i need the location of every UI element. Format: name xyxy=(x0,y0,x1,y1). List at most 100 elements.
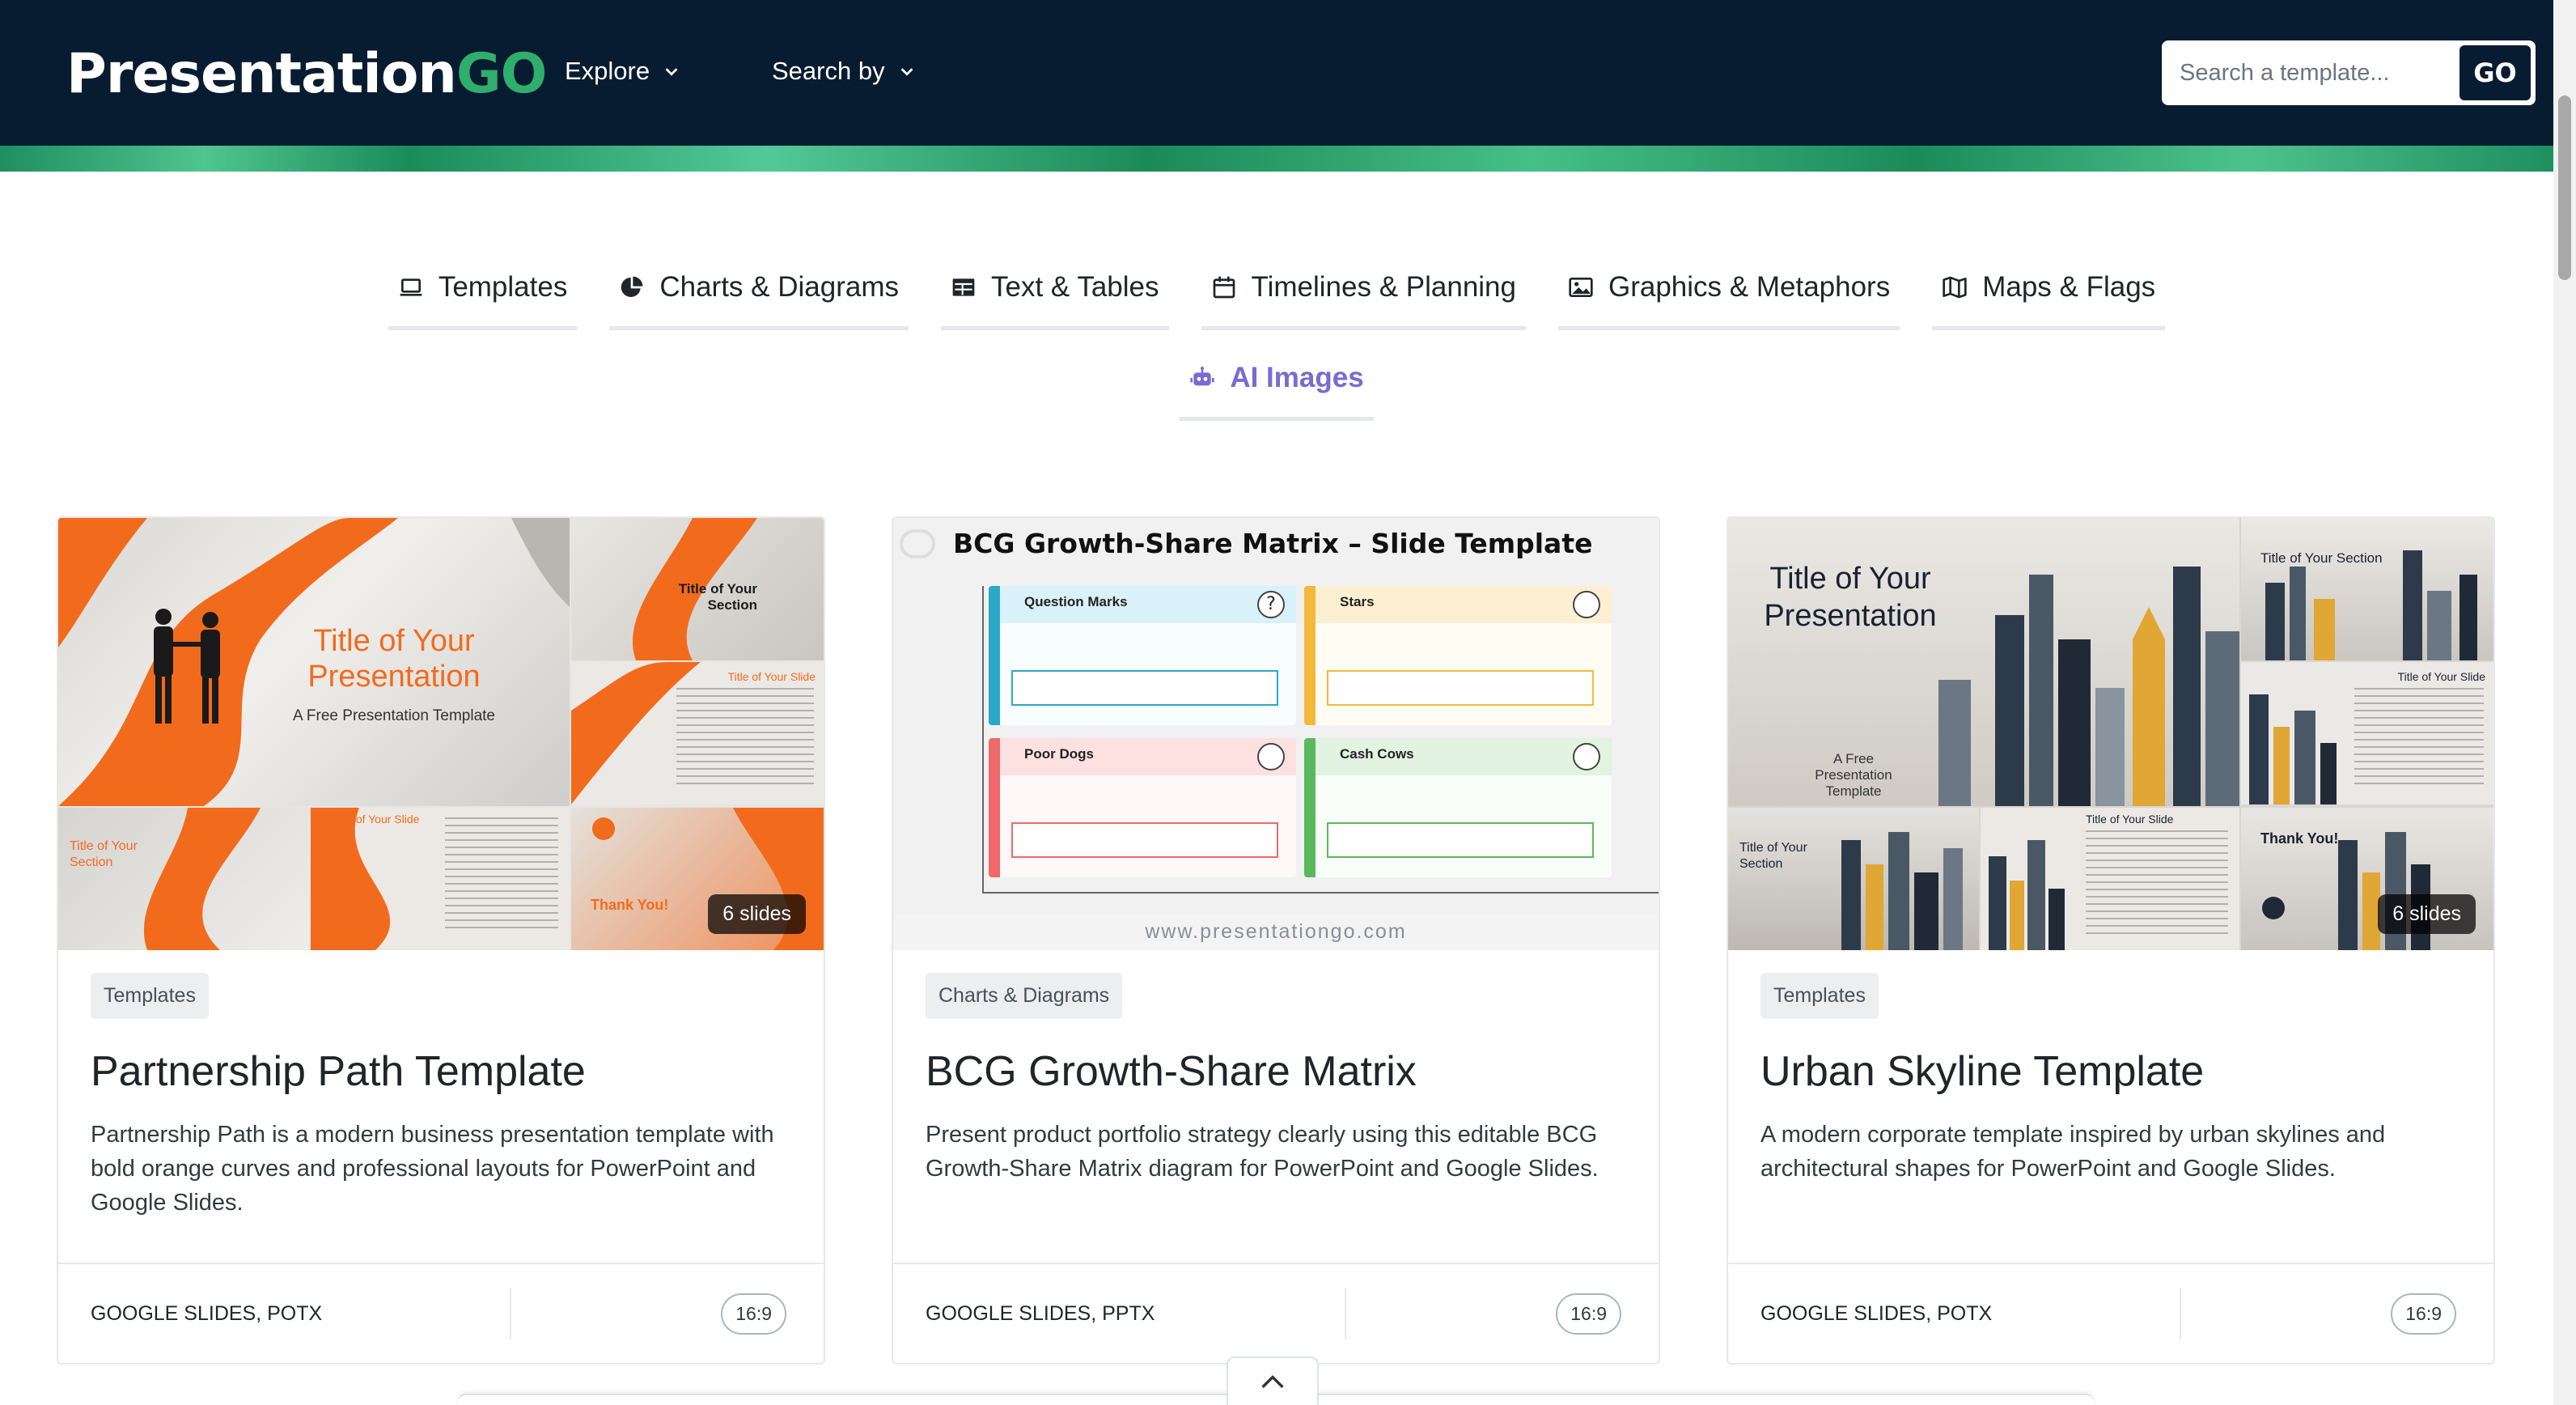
card-title[interactable]: Partnership Path Template xyxy=(91,1046,791,1097)
thumb-main-slide: Title of Your Presentation A Free Presen… xyxy=(58,518,570,806)
question-icon: ? xyxy=(1257,591,1285,618)
card-footer: GOOGLE SLIDES, PPTX 16:9 xyxy=(893,1263,1659,1363)
dog-icon xyxy=(1257,743,1285,770)
orange-curve-graphic xyxy=(143,808,261,950)
thumb-slide-section-2: Title of Your Section xyxy=(58,808,309,950)
thumb-section-title: Title of Your Section xyxy=(678,581,757,613)
cash-icon xyxy=(1573,743,1600,770)
quadrant-table xyxy=(1327,670,1594,706)
category-label: Graphics & Metaphors xyxy=(1608,270,1891,303)
card-thumbnail[interactable]: Title of Your Presentation A Free Presen… xyxy=(1728,518,2493,950)
category-templates[interactable]: Templates xyxy=(388,243,578,330)
template-card-urban-skyline[interactable]: Title of Your Presentation A Free Presen… xyxy=(1727,516,2495,1365)
thumb-slide-section: Title of Your Section xyxy=(571,518,824,660)
stars-icon xyxy=(1573,591,1600,618)
card-category-tag[interactable]: Templates xyxy=(1760,973,1879,1019)
card-category-tag[interactable]: Charts & Diagrams xyxy=(926,973,1123,1019)
thumb-text-lines xyxy=(2086,830,2228,936)
category-label: Charts & Diagrams xyxy=(659,270,899,303)
chevron-up-icon xyxy=(1261,1375,1284,1389)
card-formats: GOOGLE SLIDES, POTX xyxy=(58,1288,511,1339)
category-ai-images[interactable]: AI Images xyxy=(1180,333,1374,421)
thumb-text-lines xyxy=(2354,688,2484,785)
card-category-tag[interactable]: Templates xyxy=(91,973,209,1019)
card-body: Templates Partnership Path Template Part… xyxy=(58,950,824,1220)
card-body: Templates Urban Skyline Template A moder… xyxy=(1728,950,2493,1186)
category-label: Maps & Flags xyxy=(1982,270,2156,303)
category-timelines-planning[interactable]: Timelines & Planning xyxy=(1201,243,1526,330)
back-to-top-button[interactable] xyxy=(1227,1356,1319,1405)
quadrant-stars: Stars xyxy=(1304,586,1612,725)
category-text-tables[interactable]: Text & Tables xyxy=(940,243,1169,330)
thumb-slide-title: Title of Your Slide xyxy=(2397,670,2485,683)
thumb-main-title: Title of Your Presentation xyxy=(1764,562,1937,633)
robot-icon xyxy=(1190,366,1214,385)
header-decorative-stripe xyxy=(0,146,2553,172)
search-go-button[interactable]: GO xyxy=(2459,45,2531,100)
top-navbar: PresentationGO Explore Search by GO xyxy=(0,0,2553,146)
template-card-bcg-matrix[interactable]: BCG Growth-Share Matrix – Slide Template… xyxy=(892,516,1660,1365)
card-description: Present product portfolio strategy clear… xyxy=(926,1122,1599,1182)
quadrant-table xyxy=(1327,822,1594,858)
presentationgo-logo[interactable]: PresentationGO xyxy=(66,42,548,106)
slides-count-badge: 6 slides xyxy=(2378,894,2476,934)
category-label: Text & Tables xyxy=(990,270,1159,303)
quadrant-table xyxy=(1011,822,1278,858)
thumb-slide-section-2: Title of Your Section xyxy=(1728,808,1979,950)
quadrant-table xyxy=(1011,670,1278,706)
card-title[interactable]: BCG Growth-Share Matrix xyxy=(926,1046,1626,1097)
thumb-thanks: Thank You! xyxy=(2260,830,2339,847)
card-formats: GOOGLE SLIDES, PPTX xyxy=(893,1288,1346,1339)
aspect-ratio-badge: 16:9 xyxy=(2391,1293,2456,1335)
logo-accent: GO xyxy=(455,42,548,106)
search-input[interactable] xyxy=(2162,40,2453,105)
category-maps-flags[interactable]: Maps & Flags xyxy=(1932,243,2166,330)
card-body: Charts & Diagrams BCG Growth-Share Matri… xyxy=(893,950,1659,1186)
bcg-slide-preview: BCG Growth-Share Matrix – Slide Template… xyxy=(893,518,1659,915)
business-silhouettes xyxy=(154,609,220,724)
aspect-ratio-badge: 16:9 xyxy=(1556,1293,1621,1335)
quadrant-cash-cows: Cash Cows xyxy=(1304,738,1612,877)
thumb-main-subtitle: A Free Presentation Template xyxy=(1815,751,1892,799)
thumb-main-slide: Title of Your Presentation A Free Presen… xyxy=(1728,518,2239,806)
thumb-section-title: Title of Your Section xyxy=(2260,550,2383,566)
slides-count-badge: 6 slides xyxy=(708,894,806,934)
go-watermark-icon xyxy=(900,529,935,558)
chevron-down-icon xyxy=(665,68,678,76)
thumb-thanks: Thank You! xyxy=(591,897,669,913)
card-thumbnail[interactable]: Title of Your Presentation A Free Presen… xyxy=(58,518,824,950)
scrollbar-thumb[interactable] xyxy=(2558,96,2571,280)
category-label: Templates xyxy=(438,270,568,303)
category-graphics-metaphors[interactable]: Graphics & Metaphors xyxy=(1558,243,1900,330)
quadrant-name: Question Marks xyxy=(1024,594,1128,609)
card-footer: GOOGLE SLIDES, POTX 16:9 xyxy=(58,1263,824,1363)
card-footer: GOOGLE SLIDES, POTX 16:9 xyxy=(1728,1263,2493,1363)
nav-search-by[interactable]: Search by xyxy=(772,57,916,86)
thumb-slide-title-2: Title of Your Slide xyxy=(332,813,420,826)
thumb-slide-title: Title of Your Slide xyxy=(727,670,816,683)
nav-explore[interactable]: Explore xyxy=(565,57,680,86)
category-label: AI Images xyxy=(1230,361,1364,393)
category-charts-diagrams[interactable]: Charts & Diagrams xyxy=(609,243,909,330)
thumb-text-lines xyxy=(676,688,814,785)
thumb-slide-content-2: Title of Your Slide xyxy=(1981,808,2239,950)
thumb-main-subtitle: A Free Presentation Template xyxy=(293,707,495,724)
table-icon xyxy=(952,278,975,296)
image-icon xyxy=(1569,277,1593,297)
chevron-down-icon xyxy=(900,68,913,76)
thumb-section-title-2: Title of Your Section xyxy=(1739,841,1807,871)
logo-text: Presentation xyxy=(66,42,457,106)
x-axis-line xyxy=(982,892,1659,894)
thumb-section-title-2: Title of Your Section xyxy=(70,839,138,869)
thumb-slide-title: BCG Growth-Share Matrix – Slide Template xyxy=(953,528,1593,559)
card-title[interactable]: Urban Skyline Template xyxy=(1760,1046,2461,1097)
quadrant-question-marks: Question Marks ? xyxy=(989,586,1296,725)
thumb-slide-title-2: Title of Your Slide xyxy=(2086,813,2174,826)
thumb-slide-content-2: Title of Your Slide xyxy=(311,808,570,950)
card-thumbnail[interactable]: BCG Growth-Share Matrix – Slide Template… xyxy=(893,518,1659,950)
aspect-ratio-badge: 16:9 xyxy=(721,1293,786,1335)
quadrant-name: Stars xyxy=(1340,594,1375,609)
skyline-graphic xyxy=(2265,550,2477,660)
nav-explore-label: Explore xyxy=(565,57,650,85)
template-card-partnership-path[interactable]: Title of Your Presentation A Free Presen… xyxy=(57,516,825,1365)
